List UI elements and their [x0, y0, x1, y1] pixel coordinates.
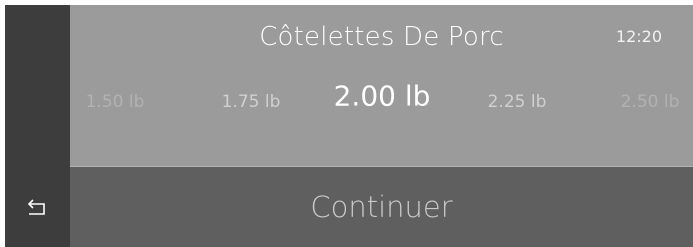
page-title: Côtelettes De Porc: [259, 22, 504, 52]
back-arrow-icon: [27, 199, 45, 215]
oven-screen: Côtelettes De Porc 12:20 1.50 lb 1.75 lb…: [5, 5, 693, 247]
left-rail: [5, 5, 69, 247]
back-button[interactable]: [5, 167, 69, 247]
clock-time: 12:20: [615, 27, 662, 46]
weight-option[interactable]: 2.50 lb: [621, 92, 680, 112]
weight-option[interactable]: 1.50 lb: [86, 92, 145, 112]
main-panel: Côtelettes De Porc 12:20 1.50 lb 1.75 lb…: [70, 5, 693, 166]
weight-option[interactable]: 2.25 lb: [488, 92, 547, 112]
continue-button[interactable]: Continuer: [70, 167, 693, 247]
weight-option[interactable]: 1.75 lb: [222, 92, 281, 112]
weight-option-selected[interactable]: 2.00 lb: [334, 80, 431, 113]
